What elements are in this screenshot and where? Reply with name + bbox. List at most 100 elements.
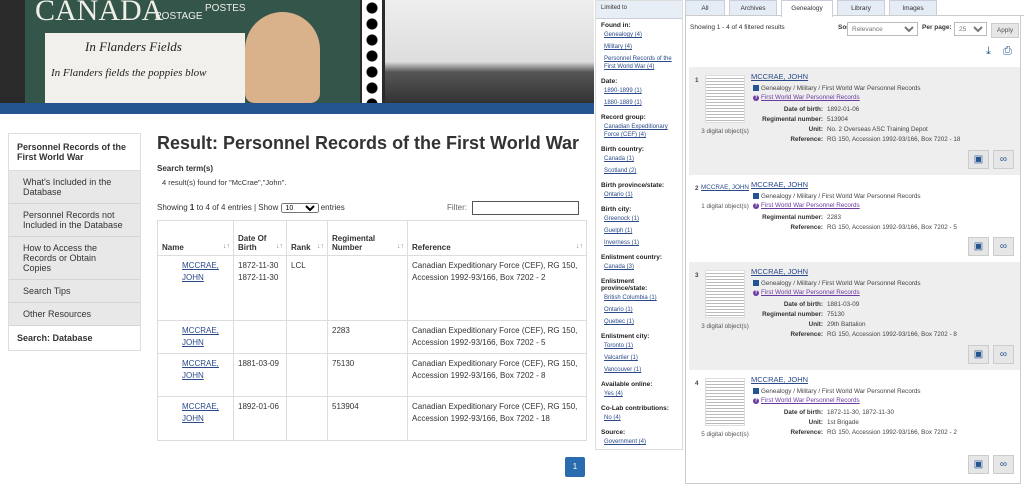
result-title-link[interactable]: MCCRAE, JOHN xyxy=(751,180,808,189)
document-thumbnail[interactable] xyxy=(705,378,745,426)
filter-option[interactable]: Guelph (1) xyxy=(604,227,677,235)
tab-library[interactable]: Library xyxy=(837,0,885,15)
result-title-link[interactable]: MCCRAE, JOHN xyxy=(751,375,808,384)
sort-select[interactable]: Relevance xyxy=(847,22,918,36)
filter-option[interactable]: Scotland (2) xyxy=(604,167,677,175)
lac-database-page: CANADA POSTAGE POSTES In Flanders Fields… xyxy=(0,0,594,485)
field-label: Date of birth: xyxy=(783,409,823,416)
collection-link[interactable]: ? First World War Personnel Records xyxy=(753,202,860,209)
table-row: MCCRAE, JOHN 1872-11-30 1872-11-30 LCL C… xyxy=(157,255,587,321)
add-to-folder-button[interactable]: ▣ xyxy=(968,150,989,169)
col-reference[interactable]: Reference ↓↑ xyxy=(407,220,587,256)
result-title-link[interactable]: MCCRAE, JOHN xyxy=(751,267,808,276)
result-card: 4 5 digital object(s) MCCRAE, JOHN Genea… xyxy=(689,370,1020,480)
document-thumbnail[interactable] xyxy=(705,270,745,318)
tab-genealogy[interactable]: Genealogy xyxy=(781,0,833,17)
poem-title: In Flanders Fields xyxy=(85,39,182,54)
download-icon[interactable]: ⤓ xyxy=(986,45,991,58)
entries-select[interactable]: 10 xyxy=(280,203,319,213)
name-cell: MCCRAE, JOHN xyxy=(157,396,234,441)
filter-group-label: Birth province/state: xyxy=(601,182,665,189)
filter-option[interactable]: Yes (4) xyxy=(604,390,677,398)
record-link[interactable]: MCCRAE, JOHN xyxy=(182,359,219,380)
filter-option[interactable]: Genealogy (4) xyxy=(604,31,677,39)
add-to-folder-button[interactable]: ▣ xyxy=(968,455,989,474)
apply-button[interactable]: Apply xyxy=(991,23,1019,38)
col-name[interactable]: Name ↓↑ xyxy=(157,220,234,256)
filter-option[interactable]: Vancouver (1) xyxy=(604,366,677,374)
pagination-page-1[interactable]: 1 xyxy=(565,457,585,477)
filter-option[interactable]: 1880-1889 (1) xyxy=(604,99,677,107)
permalink-button[interactable]: ∞ xyxy=(993,345,1014,364)
filter-option[interactable]: Valcartier (1) xyxy=(604,354,677,362)
field-label: Date of birth: xyxy=(783,106,823,113)
reference-cell: Canadian Expeditionary Force (CEF), RG 1… xyxy=(407,353,587,397)
result-fields: Date of birth: 1892-01-06 Regimental numbe… xyxy=(753,105,960,145)
collection-link[interactable]: ? First World War Personnel Records xyxy=(753,397,860,404)
col-regimental[interactable]: Regimental Number ↓↑ xyxy=(327,220,408,256)
filter-group-label: Enlistment country: xyxy=(601,254,663,261)
filter-option[interactable]: Ontario (1) xyxy=(604,306,677,314)
filter-option[interactable]: No (4) xyxy=(604,414,677,422)
field-label: Unit: xyxy=(808,321,823,328)
filter-option[interactable]: Toronto (1) xyxy=(604,342,677,350)
filter-input[interactable] xyxy=(472,201,579,215)
per-page-label: Per page: xyxy=(922,24,952,31)
result-title-link[interactable]: MCCRAE, JOHN xyxy=(751,72,808,81)
sidebar-item-whats-included[interactable]: What's Included in the Database xyxy=(9,171,140,204)
permalink-button[interactable]: ∞ xyxy=(993,150,1014,169)
filter-option[interactable]: Quebec (1) xyxy=(604,318,677,326)
field-row: Reference: RG 150, Accession 1992-93/166,… xyxy=(753,135,960,145)
record-link[interactable]: MCCRAE, JOHN xyxy=(182,326,219,347)
print-icon[interactable]: ⎙ xyxy=(1003,45,1012,58)
permalink-button[interactable]: ∞ xyxy=(993,237,1014,256)
collection-link[interactable]: ? First World War Personnel Records xyxy=(753,94,860,101)
field-row: Date of birth: 1881-03-09 xyxy=(753,300,957,310)
result-card: 3 3 digital object(s) MCCRAE, JOHN Genea… xyxy=(689,262,1020,370)
sidebar-item-not-included[interactable]: Personnel Records not Included in the Da… xyxy=(9,204,140,237)
broken-thumbnail[interactable]: MCCRAE, JOHN xyxy=(701,183,749,192)
filter-option[interactable]: British Columbia (1) xyxy=(604,294,677,302)
filter-option[interactable]: Inverness (1) xyxy=(604,239,677,247)
filter-option[interactable]: Canadian Expeditionary Force (CEF) (4) xyxy=(604,123,677,139)
filter-option[interactable]: 1890-1899 (1) xyxy=(604,87,677,95)
limited-to-header: Limited to xyxy=(596,1,682,19)
filter-option[interactable]: Government (4) xyxy=(604,438,677,446)
filter-group: Enlistment province/state: British Columb… xyxy=(596,275,682,326)
sidebar-item-search-database[interactable]: Search: Database xyxy=(9,326,140,350)
filter-label: Filter: xyxy=(447,203,467,212)
filter-option[interactable]: Ontario (1) xyxy=(604,191,677,199)
header-bar xyxy=(0,103,594,114)
tab-archives[interactable]: Archives xyxy=(729,0,777,15)
dob-cell: 1881-03-09 xyxy=(233,353,287,397)
field-value: RG 150, Accession 1992-93/166, Box 7202 … xyxy=(827,136,961,143)
per-page-select[interactable]: 25 xyxy=(954,22,987,36)
filter-option[interactable]: Canada (1) xyxy=(604,155,677,163)
sidebar-item-other-resources[interactable]: Other Resources xyxy=(9,303,140,326)
tab-all[interactable]: All xyxy=(685,0,725,15)
col-rank[interactable]: Rank ↓↑ xyxy=(286,220,328,256)
record-link[interactable]: MCCRAE, JOHN xyxy=(182,402,219,423)
sidebar-item-search-tips[interactable]: Search Tips xyxy=(9,280,140,303)
breadcrumb-text: Genealogy / Military / First World War P… xyxy=(761,193,921,200)
filter-option[interactable]: Canada (3) xyxy=(604,263,677,271)
sort-icon: ↓↑ xyxy=(276,243,283,250)
filter-option[interactable]: Military (4) xyxy=(604,43,677,51)
add-to-folder-button[interactable]: ▣ xyxy=(968,237,989,256)
filter-option[interactable]: Greenock (1) xyxy=(604,215,677,223)
poem-line: In Flanders fields the poppies blow xyxy=(51,67,207,79)
field-value: RG 150, Accession 1992-93/166, Box 7202 … xyxy=(827,224,957,231)
filter-option[interactable]: Personnel Records of the First World War… xyxy=(604,55,677,71)
collection-link[interactable]: ? First World War Personnel Records xyxy=(753,289,860,296)
permalink-button[interactable]: ∞ xyxy=(993,455,1014,474)
field-row: Date of birth: 1872-11-30, 1872-11-30 xyxy=(753,408,957,418)
document-thumbnail[interactable] xyxy=(705,75,745,123)
field-value: RG 150, Accession 1992-93/166, Box 7202 … xyxy=(827,429,957,436)
record-link[interactable]: MCCRAE, JOHN xyxy=(182,261,219,282)
sidebar-title[interactable]: Personnel Records of the First World War xyxy=(9,134,140,171)
field-label: Regimental number: xyxy=(762,214,823,221)
sidebar-item-access-records[interactable]: How to Access the Records or Obtain Copi… xyxy=(9,237,140,280)
add-to-folder-button[interactable]: ▣ xyxy=(968,345,989,364)
tab-images[interactable]: Images xyxy=(889,0,937,15)
col-dob[interactable]: Date Of Birth ↓↑ xyxy=(233,220,287,256)
